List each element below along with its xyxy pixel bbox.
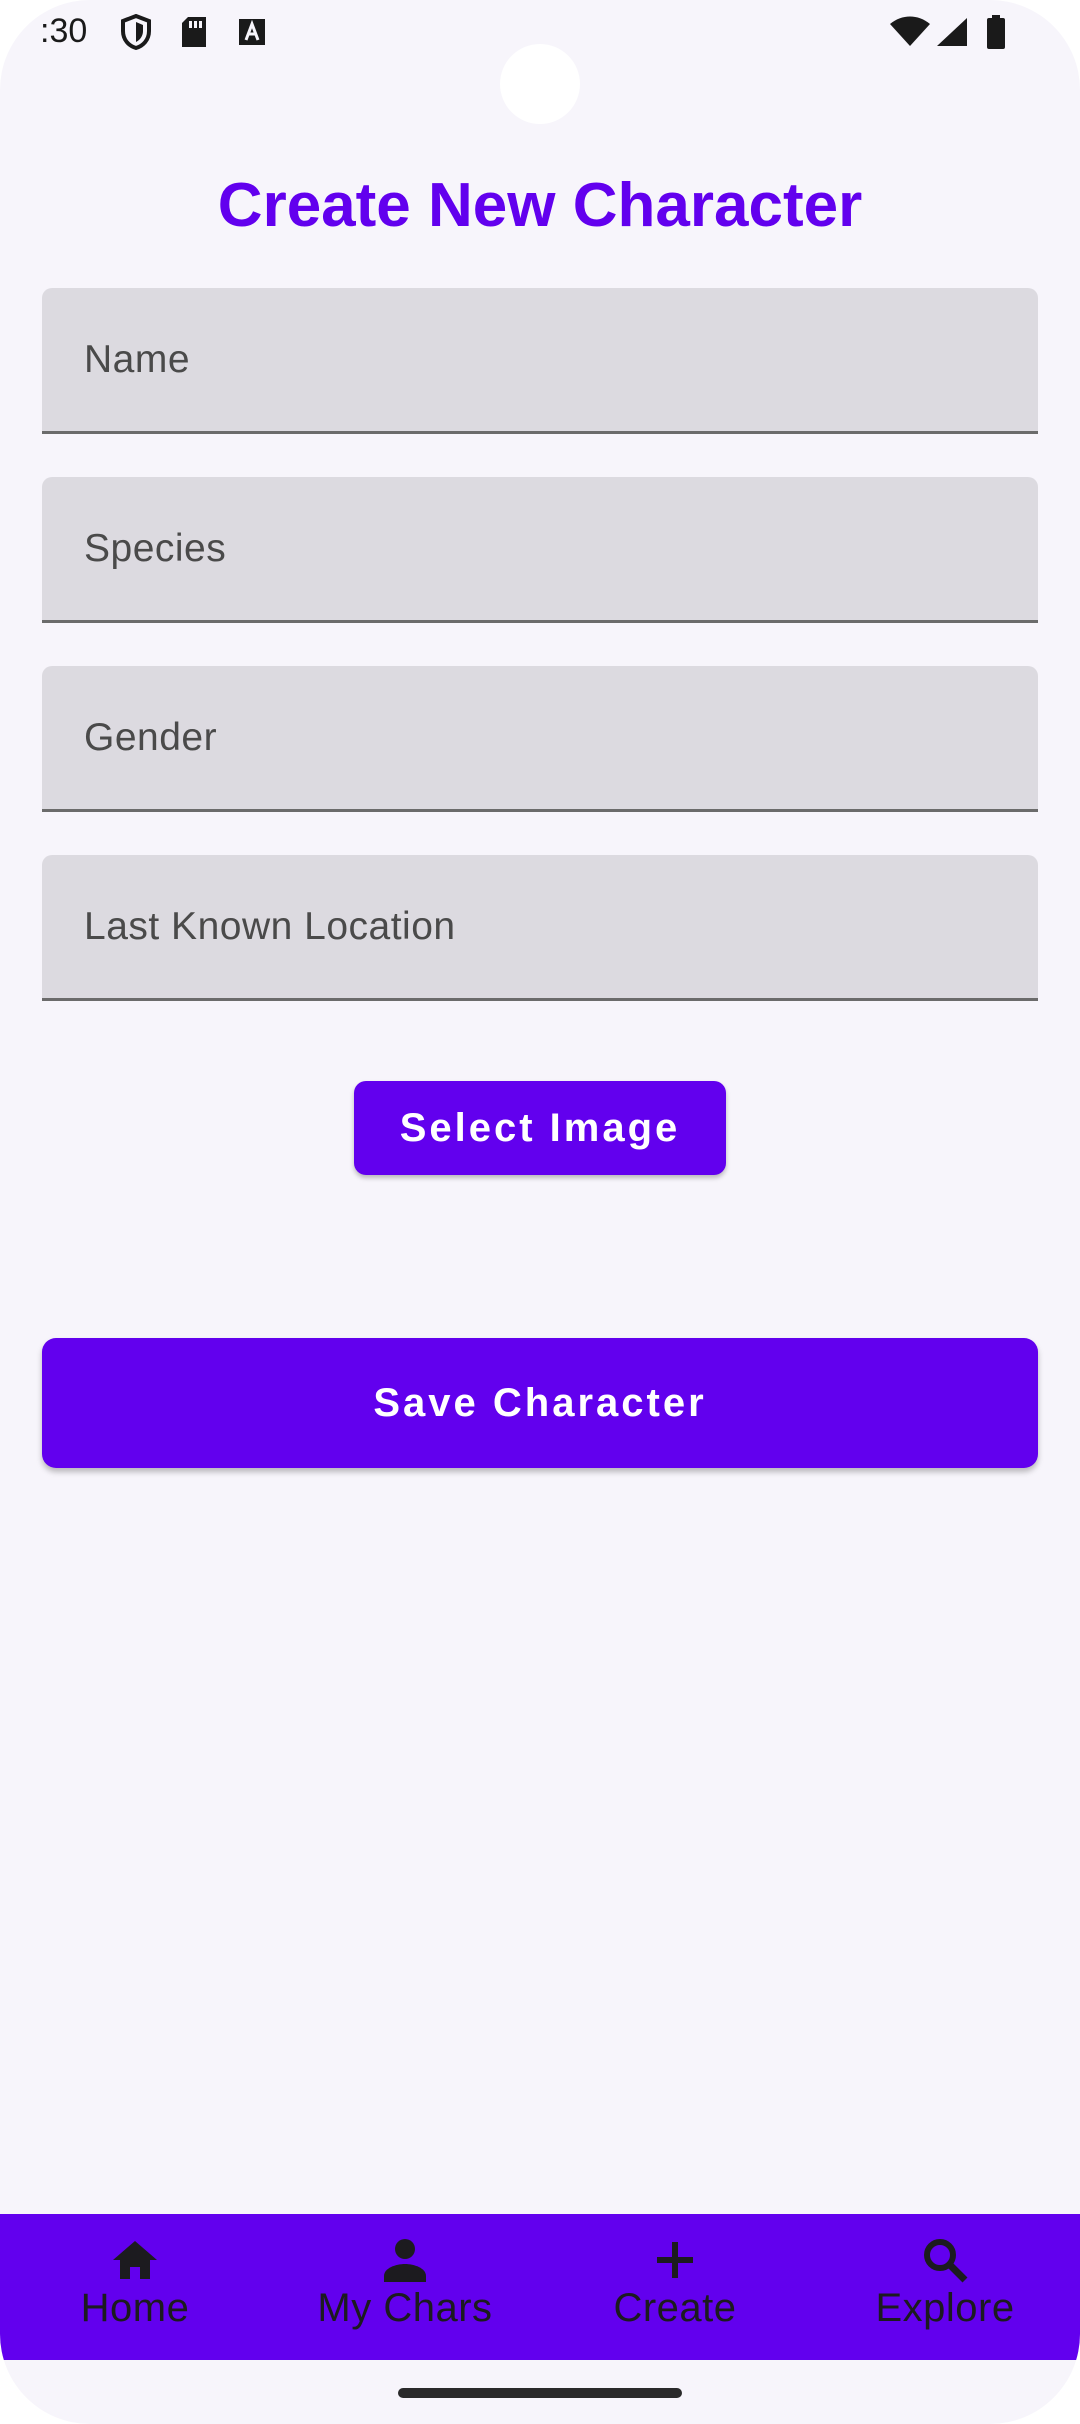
sd-card-icon <box>176 14 212 50</box>
search-icon <box>919 2236 971 2284</box>
nav-item-home[interactable]: Home <box>0 2214 270 2360</box>
signal-icon <box>934 14 970 50</box>
nav-label-home: Home <box>80 2286 190 2330</box>
location-field-placeholder: Last Known Location <box>84 904 456 948</box>
shield-icon <box>118 14 154 50</box>
nav-label-explore: Explore <box>875 2286 1015 2330</box>
status-time: :30 <box>40 12 88 50</box>
save-character-button[interactable]: Save Character <box>42 1338 1038 1468</box>
plus-icon <box>649 2236 701 2284</box>
nav-item-explore[interactable]: Explore <box>810 2214 1080 2360</box>
page-title: Create New Character <box>217 171 863 240</box>
person-icon <box>379 2236 431 2284</box>
home-indicator[interactable] <box>398 2388 682 2398</box>
font-a-icon <box>234 14 270 50</box>
species-field-placeholder: Species <box>84 526 227 570</box>
nav-item-create[interactable]: Create <box>540 2214 810 2360</box>
species-field[interactable]: Species <box>42 477 1038 623</box>
nav-label-my-chars: My Chars <box>317 2286 493 2330</box>
select-image-button[interactable]: Select Image <box>354 1081 726 1175</box>
gender-field-placeholder: Gender <box>84 715 218 759</box>
bottom-nav: Home My Chars Create Explore <box>0 2214 1080 2360</box>
name-field[interactable]: Name <box>42 288 1038 434</box>
wifi-icon <box>888 14 932 50</box>
nav-item-my-chars[interactable]: My Chars <box>270 2214 540 2360</box>
location-field[interactable]: Last Known Location <box>42 855 1038 1001</box>
gender-field[interactable]: Gender <box>42 666 1038 812</box>
app-screen: :30 Create New Character Name Species Ge… <box>0 0 1080 2424</box>
status-bar: :30 <box>0 0 1080 124</box>
home-icon <box>109 2236 161 2284</box>
camera-cutout <box>500 44 580 124</box>
nav-label-create: Create <box>613 2286 737 2330</box>
name-field-placeholder: Name <box>84 337 191 381</box>
battery-icon <box>978 14 1014 50</box>
